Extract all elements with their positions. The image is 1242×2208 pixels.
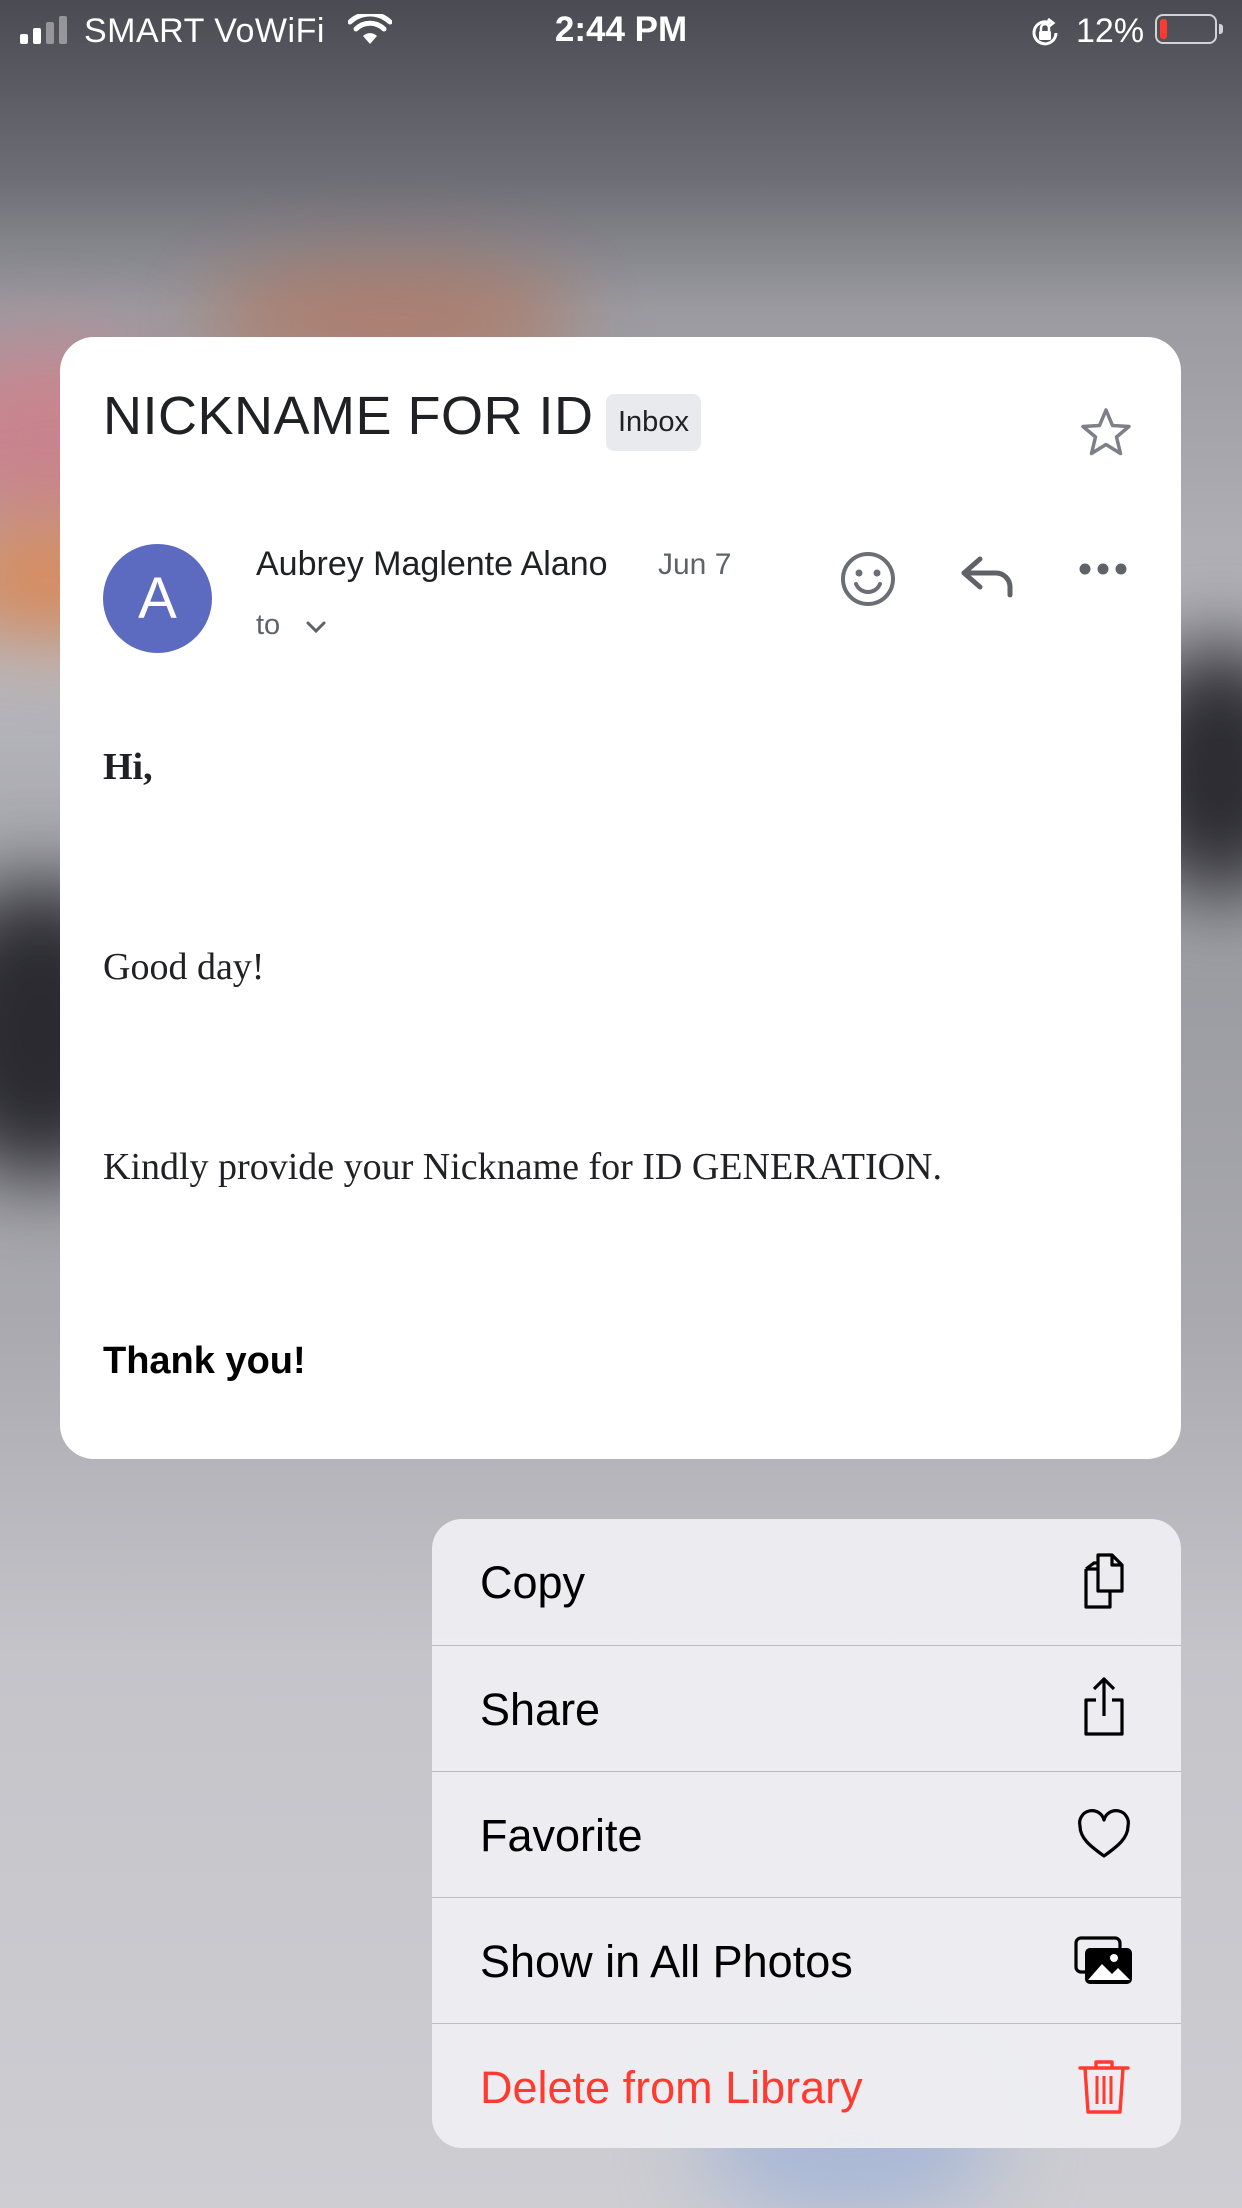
inbox-label-badge: Inbox xyxy=(606,394,701,451)
more-options-icon[interactable] xyxy=(1078,561,1128,577)
menu-item-copy[interactable]: Copy xyxy=(432,1519,1181,1644)
share-icon xyxy=(1084,1677,1124,1736)
menu-item-favorite[interactable]: Favorite xyxy=(432,1771,1181,1896)
menu-item-share[interactable]: Share xyxy=(432,1645,1181,1770)
heart-icon xyxy=(1078,1809,1130,1858)
email-subject: NICKNAME FOR ID xyxy=(103,386,594,446)
orientation-lock-icon xyxy=(1032,17,1058,46)
recipient-toggle[interactable]: to xyxy=(256,609,280,642)
email-greeting: Hi, xyxy=(103,746,153,788)
context-menu: Copy Share Favorite Show in All Photos D… xyxy=(432,1519,1181,2148)
photos-icon xyxy=(1074,1936,1132,1984)
copy-icon xyxy=(1084,1553,1124,1609)
email-body-line: Good day! xyxy=(103,946,265,988)
sender-name: Aubrey Maglente Alano xyxy=(256,545,608,583)
avatar: A xyxy=(103,544,212,653)
email-closing: Thank you! xyxy=(103,1340,306,1382)
menu-item-label: Copy xyxy=(480,1557,586,1608)
battery-icon xyxy=(1155,14,1223,44)
menu-item-delete-from-library[interactable]: Delete from Library xyxy=(432,2023,1181,2148)
status-bar: SMART VoWiFi 2:44 PM 12% xyxy=(0,0,1242,62)
star-icon[interactable] xyxy=(1078,405,1134,461)
menu-item-label: Show in All Photos xyxy=(480,1936,853,1987)
reply-icon[interactable] xyxy=(958,551,1018,607)
menu-item-show-in-all-photos[interactable]: Show in All Photos xyxy=(432,1897,1181,2022)
menu-item-label: Delete from Library xyxy=(480,2062,863,2113)
trash-icon xyxy=(1078,2060,1130,2114)
chevron-down-icon[interactable] xyxy=(304,619,328,635)
emoji-reaction-icon[interactable] xyxy=(838,549,898,609)
email-body-line: Kindly provide your Nickname for ID GENE… xyxy=(103,1146,942,1188)
menu-item-label: Favorite xyxy=(480,1810,643,1861)
email-preview-card[interactable]: NICKNAME FOR ID Inbox A Aubrey Maglente … xyxy=(60,337,1181,1459)
email-date: Jun 7 xyxy=(658,548,732,581)
menu-item-label: Share xyxy=(480,1684,601,1735)
battery-percent: 12% xyxy=(1076,12,1145,50)
